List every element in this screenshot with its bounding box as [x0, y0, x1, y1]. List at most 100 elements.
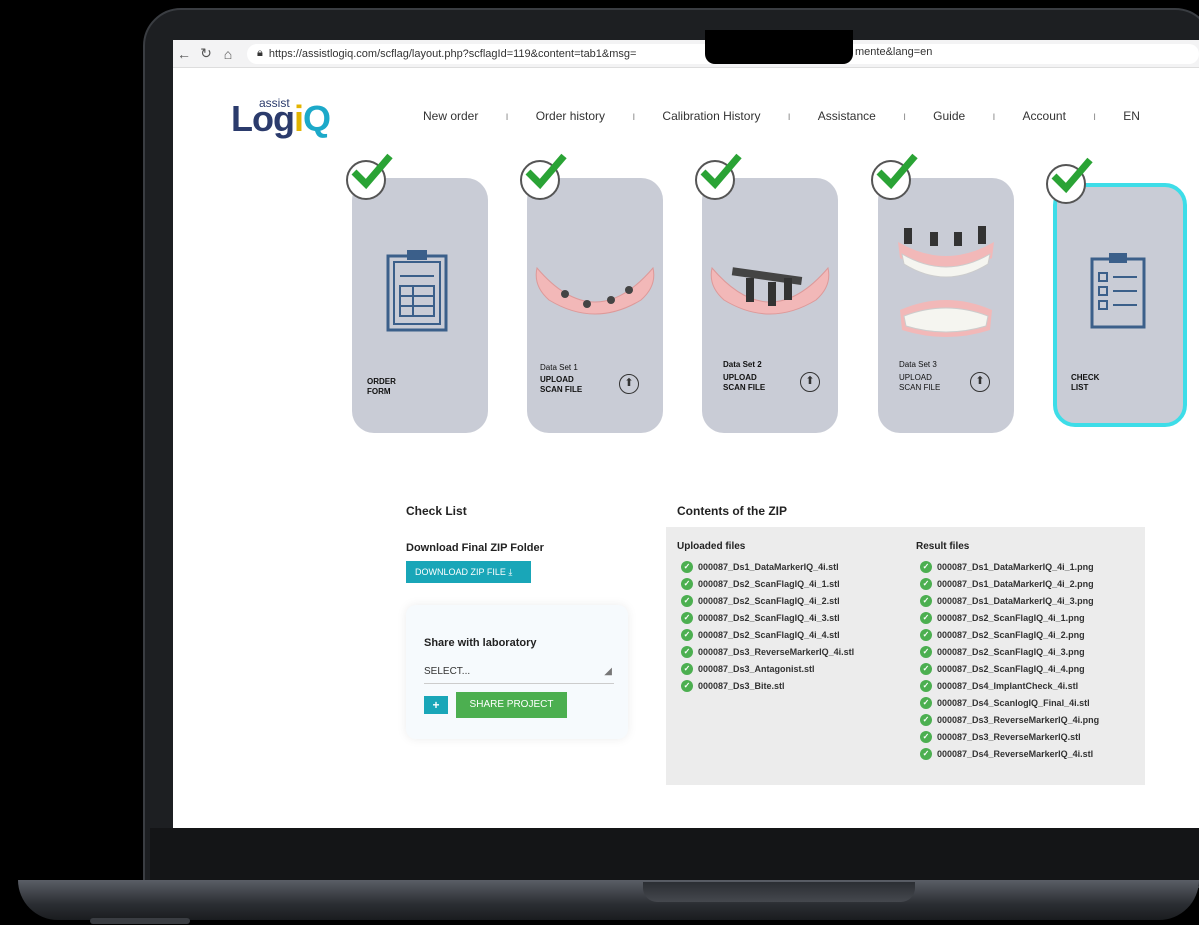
check-circle-icon: ✓ — [920, 611, 932, 624]
file-name: 000087_Ds2_ScanFlagIQ_4i_2.stl — [698, 595, 840, 606]
card-data-set: Data Set 3 — [899, 360, 937, 369]
completed-check-icon — [346, 153, 393, 200]
back-icon[interactable]: ← — [173, 46, 195, 62]
file-name: 000087_Ds3_ReverseMarkerIQ.stl — [937, 731, 1081, 742]
check-circle-icon: ✓ — [920, 713, 932, 726]
check-circle-icon: ✓ — [920, 628, 932, 641]
screen-bottom-bezel — [150, 828, 1199, 880]
file-name: 000087_Ds3_ReverseMarkerIQ_4i.png — [937, 714, 1100, 725]
file-list-item: ✓ 000087_Ds3_ReverseMarkerIQ_4i.png — [920, 711, 1099, 728]
clipboard-icon — [386, 250, 448, 332]
uploaded-files-list: ✓ 000087_Ds1_DataMarkerIQ_4i.stl ✓ 000087_D… — [681, 558, 854, 694]
menu-order-history[interactable]: Order history — [536, 109, 605, 123]
check-circle-icon: ✓ — [920, 594, 932, 607]
file-list-item: ✓ 000087_Ds2_ScanFlagIQ_4i_1.stl — [681, 575, 854, 592]
lock-icon: 🔒︎ — [257, 47, 263, 59]
check-circle-icon: ✓ — [681, 611, 693, 624]
file-name: 000087_Ds2_ScanFlagIQ_4i_4.png — [937, 663, 1085, 674]
file-list-item: ✓ 000087_Ds1_DataMarkerIQ_4i_3.png — [920, 592, 1099, 609]
laptop-opening-notch — [643, 882, 915, 902]
file-name: 000087_Ds2_ScanFlagIQ_4i_2.png — [937, 629, 1085, 640]
file-name: 000087_Ds2_ScanFlagIQ_4i_1.stl — [698, 578, 840, 589]
step-card-order-form[interactable]: ORDER FORM — [352, 178, 488, 433]
file-list-item: ✓ 000087_Ds2_ScanFlagIQ_4i_1.png — [920, 609, 1099, 626]
menu-assistance[interactable]: Assistance — [818, 109, 876, 123]
check-circle-icon: ✓ — [920, 747, 932, 760]
step-card-data-set-1[interactable]: Data Set 1 UPLOAD SCAN FILE ⬆ — [527, 178, 663, 433]
file-list-item: ✓ 000087_Ds2_ScanFlagIQ_4i_3.png — [920, 643, 1099, 660]
reload-icon[interactable]: ↻ — [195, 45, 217, 62]
upload-icon[interactable]: ⬆ — [800, 372, 820, 392]
file-name: 000087_Ds4_ReverseMarkerIQ_4i.stl — [937, 748, 1094, 759]
result-files-list: ✓ 000087_Ds1_DataMarkerIQ_4i_1.png ✓ 000087… — [920, 558, 1099, 762]
file-list-item: ✓ 000087_Ds3_ReverseMarkerIQ_4i.stl — [681, 643, 854, 660]
completed-check-icon — [695, 153, 742, 200]
home-icon[interactable]: ⌂ — [217, 46, 239, 62]
card-title: UPLOAD SCAN FILE — [540, 375, 583, 394]
download-icon: ⤓ — [508, 567, 513, 577]
completed-check-icon — [871, 153, 918, 200]
menu-account[interactable]: Account — [1023, 109, 1066, 123]
browser-screen: ← ↻ ⌂ 🔒︎ https://assistlogiq.com/scflag/… — [173, 40, 1199, 828]
share-panel: Share with laboratory SELECT... ◢ + SHAR… — [406, 605, 628, 739]
check-circle-icon: ✓ — [920, 577, 932, 590]
file-name: 000087_Ds3_Antagonist.stl — [698, 663, 815, 674]
add-laboratory-button[interactable]: + — [424, 696, 448, 714]
dentures-image — [898, 226, 994, 337]
file-list-item: ✓ 000087_Ds3_Bite.stl — [681, 677, 854, 694]
check-circle-icon: ✓ — [681, 577, 693, 590]
menu-guide[interactable]: Guide — [933, 109, 965, 123]
share-project-button[interactable]: SHARE PROJECT — [456, 692, 567, 718]
menu-new-order[interactable]: New order — [423, 109, 478, 123]
completed-check-icon — [1046, 157, 1093, 204]
file-name: 000087_Ds4_ScanlogIQ_Final_4i.stl — [937, 697, 1090, 708]
file-list-item: ✓ 000087_Ds2_ScanFlagIQ_4i_2.stl — [681, 592, 854, 609]
dropdown-arrow-icon: ◢ — [604, 666, 612, 677]
file-name: 000087_Ds1_DataMarkerIQ_4i.stl — [698, 561, 839, 572]
file-list-item: ✓ 000087_Ds1_DataMarkerIQ_4i.stl — [681, 558, 854, 575]
file-list-item: ✓ 000087_Ds2_ScanFlagIQ_4i_4.stl — [681, 626, 854, 643]
lower-jaw-image — [535, 266, 655, 315]
file-list-item: ✓ 000087_Ds4_ReverseMarkerIQ_4i.stl — [920, 745, 1099, 762]
file-name: 000087_Ds2_ScanFlagIQ_4i_1.png — [937, 612, 1085, 623]
file-list-item: ✓ 000087_Ds2_ScanFlagIQ_4i_3.stl — [681, 609, 854, 626]
check-circle-icon: ✓ — [681, 662, 693, 675]
browser-toolbar: ← ↻ ⌂ 🔒︎ https://assistlogiq.com/scflag/… — [173, 40, 1199, 68]
logo-assist-text: assist — [259, 96, 290, 110]
file-name: 000087_Ds2_ScanFlagIQ_4i_3.png — [937, 646, 1085, 657]
file-name: 000087_Ds1_DataMarkerIQ_4i_2.png — [937, 578, 1094, 589]
check-circle-icon: ✓ — [681, 679, 693, 692]
laboratory-select[interactable]: SELECT... ◢ — [424, 661, 614, 684]
uploaded-files-heading: Uploaded files — [677, 541, 746, 552]
scanflag-jaw-image — [710, 266, 830, 315]
result-files-heading: Result files — [916, 541, 970, 552]
check-circle-icon: ✓ — [681, 594, 693, 607]
share-heading: Share with laboratory — [424, 637, 537, 649]
file-list-item: ✓ 000087_Ds1_DataMarkerIQ_4i_2.png — [920, 575, 1099, 592]
check-circle-icon: ✓ — [681, 628, 693, 641]
download-zip-button[interactable]: DOWNLOAD ZIP FILE ⤓ — [406, 561, 531, 583]
check-circle-icon: ✓ — [920, 645, 932, 658]
check-circle-icon: ✓ — [920, 662, 932, 675]
check-list-heading: Check List — [406, 504, 467, 518]
check-circle-icon: ✓ — [681, 560, 693, 573]
laptop-foot — [90, 918, 190, 924]
card-title: CHECK LIST — [1071, 373, 1100, 392]
step-card-data-set-3[interactable]: Data Set 3 UPLOAD SCAN FILE ⬆ — [878, 178, 1014, 433]
file-name: 000087_Ds1_DataMarkerIQ_4i_1.png — [937, 561, 1094, 572]
url-text: https://assistlogiq.com/scflag/layout.ph… — [268, 47, 637, 60]
logo[interactable]: assist LogiQ — [231, 96, 331, 140]
check-circle-icon: ✓ — [920, 560, 932, 573]
upload-icon[interactable]: ⬆ — [619, 374, 639, 394]
file-name: 000087_Ds1_DataMarkerIQ_4i_3.png — [937, 595, 1094, 606]
menu-language[interactable]: EN — [1123, 109, 1140, 123]
card-title: UPLOAD SCAN FILE — [723, 373, 766, 392]
step-card-data-set-2[interactable]: Data Set 2 UPLOAD SCAN FILE ⬆ — [702, 178, 838, 433]
menu-calibration-history[interactable]: Calibration History — [662, 109, 760, 123]
file-list-item: ✓ 000087_Ds3_Antagonist.stl — [681, 660, 854, 677]
download-heading: Download Final ZIP Folder — [406, 542, 544, 554]
check-circle-icon: ✓ — [920, 679, 932, 692]
upload-icon[interactable]: ⬆ — [970, 372, 990, 392]
file-list-item: ✓ 000087_Ds3_ReverseMarkerIQ.stl — [920, 728, 1099, 745]
step-card-check-list[interactable]: CHECK LIST — [1053, 183, 1187, 427]
